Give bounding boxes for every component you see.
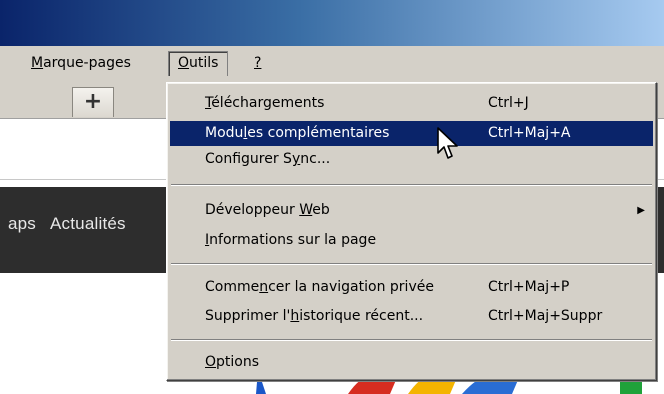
menu-separator — [171, 184, 652, 186]
menu-label: utils — [189, 55, 219, 71]
menu-accel: M — [31, 55, 44, 71]
menu-item-supprimer-historique[interactable]: Supprimer l'historique récent... Ctrl+Ma… — [170, 304, 653, 329]
menu-item-label: Informations sur la page — [205, 232, 377, 248]
menu-label: arque-pages — [43, 55, 131, 71]
page-links: aps Actualités — [8, 214, 140, 234]
mouse-pointer-icon — [437, 127, 458, 159]
link-maps[interactable]: aps — [8, 214, 36, 233]
new-tab-button[interactable]: + — [72, 87, 114, 117]
menu-item-informations[interactable]: Informations sur la page — [170, 228, 653, 253]
menu-item-navigation-privee[interactable]: Commencer la navigation privée Ctrl+Maj+… — [170, 275, 653, 300]
menu-accel: O — [178, 55, 190, 71]
menu-item-label: Supprimer l'historique récent... — [205, 308, 424, 324]
menu-item-label: Configurer Sync... — [205, 151, 331, 167]
menu-item-label: Modules complémentaires — [205, 125, 390, 141]
outils-dropdown-menu: Téléchargements Ctrl+J Modules complémen… — [166, 82, 657, 381]
menu-item-label: Commencer la navigation privée — [205, 279, 434, 295]
menu-item-shortcut: Ctrl+J — [488, 95, 529, 111]
menu-item-label: Options — [205, 354, 260, 370]
link-actualites[interactable]: Actualités — [50, 214, 126, 233]
menu-separator — [171, 263, 652, 265]
menu-separator — [171, 339, 652, 341]
menu-accel: ? — [254, 55, 262, 71]
menu-item-label: Développeur Web — [205, 202, 330, 218]
menu-marque-pages[interactable]: Marque-pages — [22, 52, 140, 74]
menu-outils[interactable]: Outils — [168, 51, 229, 76]
menu-item-shortcut: Ctrl+Maj+P — [488, 279, 570, 295]
menu-item-sync[interactable]: Configurer Sync... — [170, 147, 653, 172]
menu-item-developpeur-web[interactable]: Développeur Web ▶ — [170, 198, 653, 223]
menu-item-modules[interactable]: Modules complémentaires Ctrl+Maj+A — [170, 121, 653, 146]
menu-item-shortcut: Ctrl+Maj+Suppr — [488, 308, 603, 324]
submenu-arrow-icon: ▶ — [637, 205, 645, 216]
menu-item-shortcut: Ctrl+Maj+A — [488, 125, 571, 141]
menu-item-telechargements[interactable]: Téléchargements Ctrl+J — [170, 91, 653, 116]
menu-item-options[interactable]: Options — [170, 350, 653, 375]
menubar: Marque-pages Outils ? — [0, 46, 664, 80]
menu-help[interactable]: ? — [245, 52, 270, 74]
window-titlebar — [0, 0, 664, 46]
menu-item-label: Téléchargements — [205, 95, 325, 111]
